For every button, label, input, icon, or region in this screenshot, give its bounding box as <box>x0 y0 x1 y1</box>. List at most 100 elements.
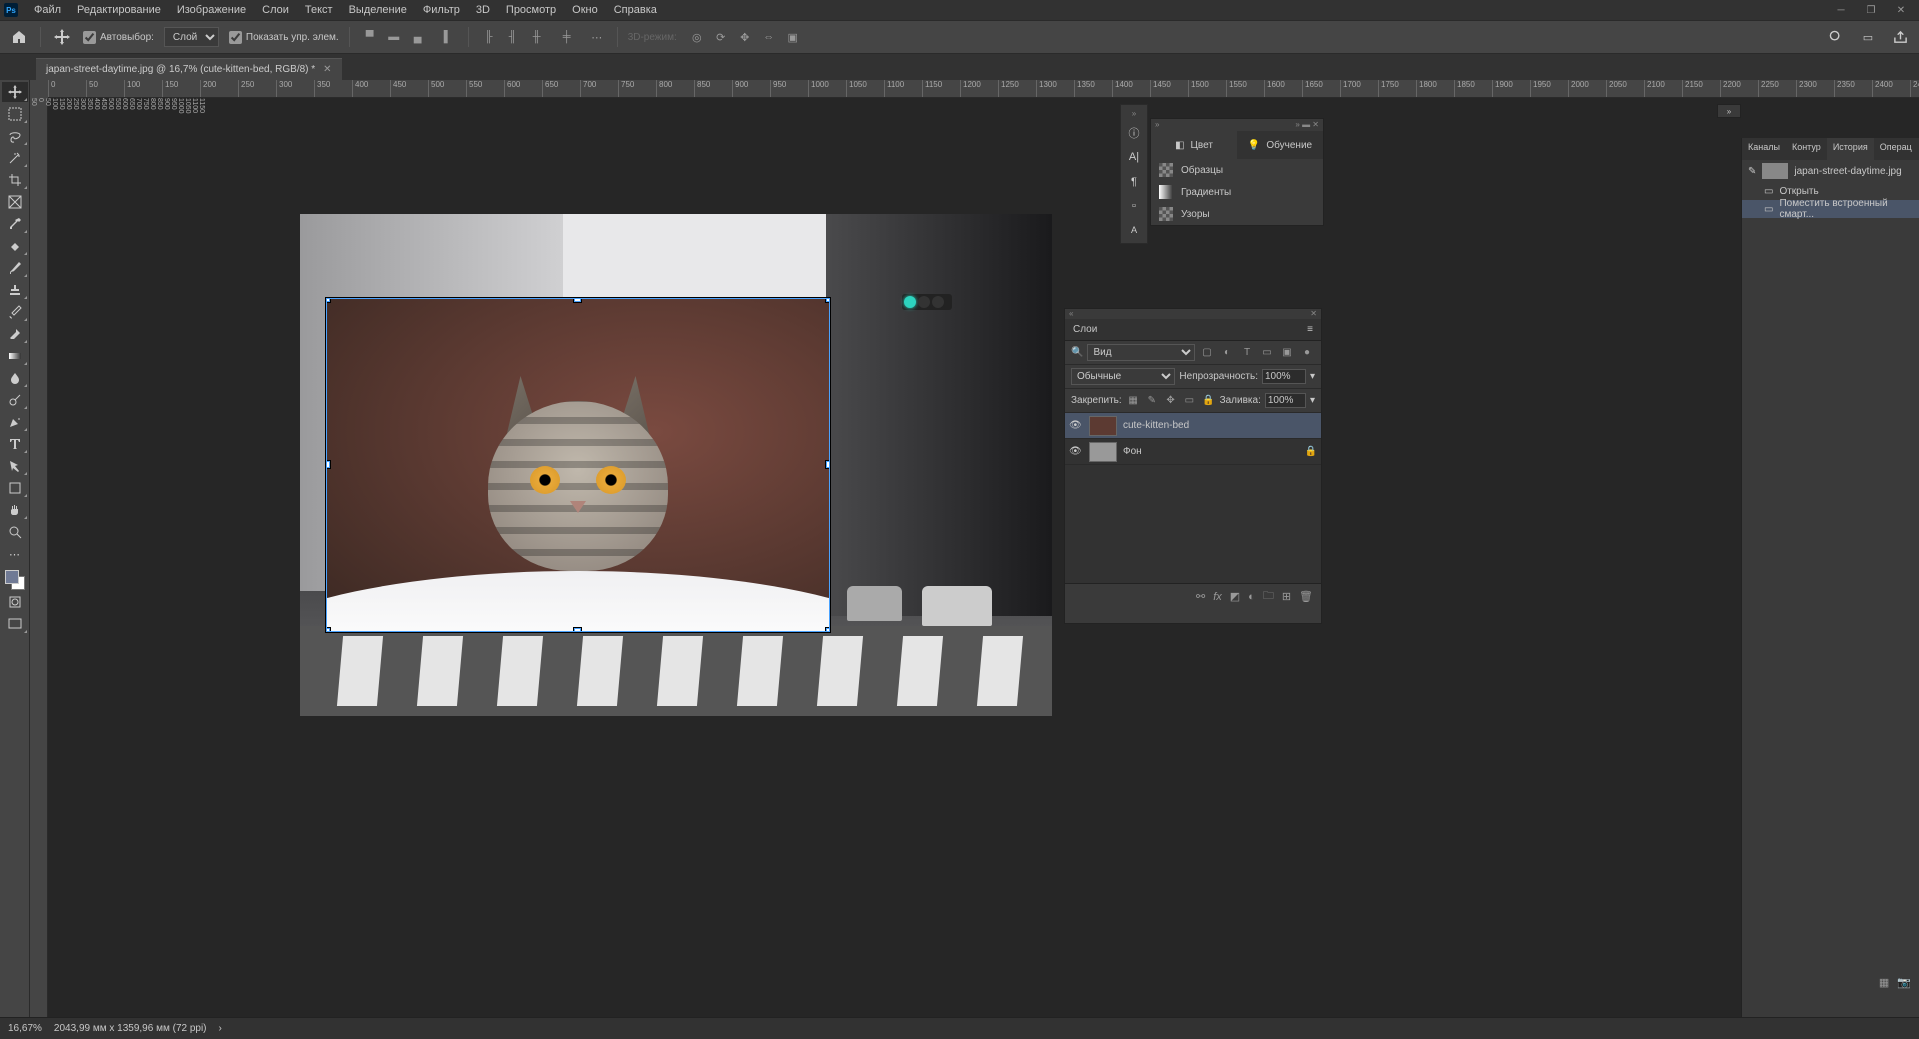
glyph-panel-icon[interactable]: ▫ <box>1124 197 1144 215</box>
brush-tool[interactable] <box>2 258 28 278</box>
lasso-tool[interactable] <box>2 126 28 146</box>
stamp-tool[interactable] <box>2 280 28 300</box>
transform-handle[interactable] <box>326 628 330 632</box>
transform-handle[interactable] <box>826 298 830 302</box>
history-snapshot[interactable]: ✎ japan-street-daytime.jpg <box>1742 160 1919 182</box>
blend-mode-select[interactable]: Обычные <box>1071 368 1175 385</box>
collapse-right-icon[interactable]: » <box>1717 104 1741 118</box>
snapshot-brush-icon[interactable]: ✎ <box>1748 166 1756 177</box>
filter-shape-icon[interactable]: ▭ <box>1259 345 1275 361</box>
learn-tab[interactable]: 💡 Обучение <box>1237 131 1323 159</box>
heal-tool[interactable] <box>2 236 28 256</box>
layer-thumbnail[interactable] <box>1089 416 1117 436</box>
home-icon[interactable] <box>8 26 30 48</box>
gradient-tool[interactable] <box>2 346 28 366</box>
transform-handle[interactable] <box>326 461 330 468</box>
filter-smart-icon[interactable]: ▣ <box>1279 345 1295 361</box>
group-icon[interactable]: 🗀 <box>1263 587 1274 606</box>
maximize-button[interactable]: ❐ <box>1857 1 1885 19</box>
layer-name[interactable]: cute-kitten-bed <box>1123 420 1189 431</box>
menu-text[interactable]: Текст <box>297 1 341 19</box>
lock-transparent-icon[interactable]: ▦ <box>1126 393 1141 409</box>
close-tab-icon[interactable]: ✕ <box>323 64 331 75</box>
edit-toolbar[interactable]: ⋯ <box>2 544 28 564</box>
show-transform-checkbox[interactable]: Показать упр. элем. <box>229 31 339 44</box>
transform-handle[interactable] <box>574 298 581 302</box>
camera-icon[interactable]: 📷 <box>1897 976 1911 989</box>
actions-tab[interactable]: Операц <box>1874 138 1918 160</box>
doc-info[interactable]: 2043,99 мм x 1359,96 мм (72 ppi) <box>54 1023 207 1034</box>
minimize-button[interactable]: ─ <box>1827 1 1855 19</box>
3d-pan-icon[interactable]: ✥ <box>735 28 755 46</box>
menu-layers[interactable]: Слои <box>254 1 297 19</box>
auto-select-checkbox[interactable]: Автовыбор: <box>83 31 154 44</box>
menu-3d[interactable]: 3D <box>468 1 498 19</box>
transform-handle[interactable] <box>574 628 581 632</box>
align-left-icon[interactable]: ▌ <box>438 28 458 46</box>
new-layer-icon[interactable]: ⊞ <box>1282 590 1291 603</box>
workspace-icon[interactable]: ▭ <box>1857 26 1879 48</box>
path-tool[interactable] <box>2 456 28 476</box>
layer-filter-kind[interactable]: Вид <box>1087 344 1195 361</box>
filter-toggle-icon[interactable]: ● <box>1299 345 1315 361</box>
layer-name[interactable]: Фон <box>1123 446 1142 457</box>
frame-tool[interactable] <box>2 192 28 212</box>
visibility-icon[interactable]: 👁 <box>1069 446 1083 457</box>
history-brush-tool[interactable] <box>2 302 28 322</box>
visibility-icon[interactable]: 👁 <box>1069 420 1083 431</box>
canvas[interactable]: 0501001502002503003504004505005506006507… <box>30 80 1919 1017</box>
move-tool-icon[interactable] <box>51 26 73 48</box>
dodge-tool[interactable] <box>2 390 28 410</box>
move-tool[interactable] <box>2 82 28 102</box>
channels-tab[interactable]: Каналы <box>1742 138 1786 160</box>
lock-paint-icon[interactable]: ✎ <box>1144 393 1159 409</box>
styles-panel-icon[interactable]: A <box>1124 221 1144 239</box>
color-swatch[interactable] <box>5 570 25 590</box>
para-panel-icon[interactable]: ¶ <box>1124 172 1144 190</box>
align-vcenter-icon[interactable]: ▬ <box>384 28 404 46</box>
zoom-tool[interactable] <box>2 522 28 542</box>
more-icon[interactable]: ⋯ <box>587 28 607 46</box>
filter-pixel-icon[interactable]: ▢ <box>1199 345 1215 361</box>
auto-select-input[interactable] <box>83 31 96 44</box>
flyout-close-icon[interactable]: » ▬ ✕ <box>1295 120 1319 130</box>
type-tool[interactable] <box>2 434 28 454</box>
lock-artboard-icon[interactable]: ▭ <box>1182 393 1197 409</box>
chevron-down-icon[interactable]: ▾ <box>1310 395 1315 406</box>
menu-view[interactable]: Просмотр <box>498 1 564 19</box>
paths-tab[interactable]: Контур <box>1786 138 1827 160</box>
shape-tool[interactable] <box>2 478 28 498</box>
transform-selection[interactable] <box>326 298 830 632</box>
ruler-vertical[interactable]: 5005010015020025030035040045050055060065… <box>30 98 48 1017</box>
ruler-horizontal[interactable]: 0501001502002503003504004505005506006507… <box>48 80 1919 98</box>
menu-window[interactable]: Окно <box>564 1 606 19</box>
close-window-button[interactable]: ✕ <box>1887 1 1915 19</box>
share-icon[interactable] <box>1889 26 1911 48</box>
hand-tool[interactable] <box>2 500 28 520</box>
blur-tool[interactable] <box>2 368 28 388</box>
pen-tool[interactable] <box>2 412 28 432</box>
fill-value[interactable]: 100% <box>1265 393 1306 408</box>
lock-all-icon[interactable]: 🔒 <box>1201 393 1216 409</box>
filter-adjust-icon[interactable]: ◐ <box>1219 345 1235 361</box>
transform-handle[interactable] <box>326 298 330 302</box>
document-tab[interactable]: japan-street-daytime.jpg @ 16,7% (cute-k… <box>36 58 342 80</box>
3d-slide-icon[interactable]: ⇔ <box>759 28 779 46</box>
transform-handle[interactable] <box>826 461 830 468</box>
panel-menu-icon[interactable]: ≡ <box>1307 324 1313 335</box>
menu-image[interactable]: Изображение <box>169 1 254 19</box>
new-doc-icon[interactable]: ▦ <box>1879 976 1889 989</box>
menu-select[interactable]: Выделение <box>341 1 415 19</box>
history-step[interactable]: ▭ Поместить встроенный смарт... <box>1742 200 1919 218</box>
history-tab[interactable]: История <box>1827 138 1874 160</box>
layer-row[interactable]: 👁 Фон 🔒 <box>1065 439 1321 465</box>
layer-row[interactable]: 👁 cute-kitten-bed <box>1065 413 1321 439</box>
menu-filter[interactable]: Фильтр <box>415 1 468 19</box>
link-icon[interactable]: ⚯ <box>1196 590 1205 603</box>
search-icon[interactable] <box>1825 26 1847 48</box>
panel-close-icon[interactable]: ✕ <box>1310 309 1317 319</box>
lock-position-icon[interactable]: ✥ <box>1163 393 1178 409</box>
layer-thumbnail[interactable] <box>1089 442 1117 462</box>
menu-edit[interactable]: Редактирование <box>69 1 169 19</box>
wand-tool[interactable] <box>2 148 28 168</box>
